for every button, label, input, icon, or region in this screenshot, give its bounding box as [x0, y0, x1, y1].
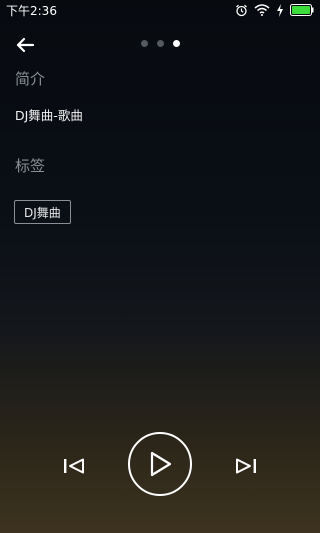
- intro-title: 简介: [15, 70, 46, 88]
- intro-text: DJ舞曲-歌曲: [15, 108, 83, 123]
- alarm-icon: [236, 4, 247, 16]
- tag-chip[interactable]: DJ舞曲: [14, 200, 71, 224]
- play-icon: [150, 451, 172, 477]
- page-dot-active: [173, 40, 180, 47]
- tags-title: 标签: [15, 157, 46, 175]
- signal-icon: [277, 3, 283, 17]
- previous-track-icon: [64, 458, 84, 474]
- play-button[interactable]: [128, 432, 192, 496]
- page-dot: [141, 40, 148, 47]
- status-time: 下午2:36: [6, 3, 57, 18]
- previous-track-button[interactable]: [60, 452, 88, 480]
- back-arrow-icon: [16, 37, 35, 53]
- page-dot: [157, 40, 164, 47]
- page-indicator: [141, 40, 180, 47]
- next-track-button[interactable]: [232, 452, 260, 480]
- status-icons: [235, 3, 314, 17]
- wifi-icon: [254, 4, 270, 16]
- next-track-icon: [236, 458, 256, 474]
- back-button[interactable]: [14, 34, 36, 56]
- battery-icon: [290, 4, 314, 16]
- status-bar: 下午2:36: [0, 0, 320, 20]
